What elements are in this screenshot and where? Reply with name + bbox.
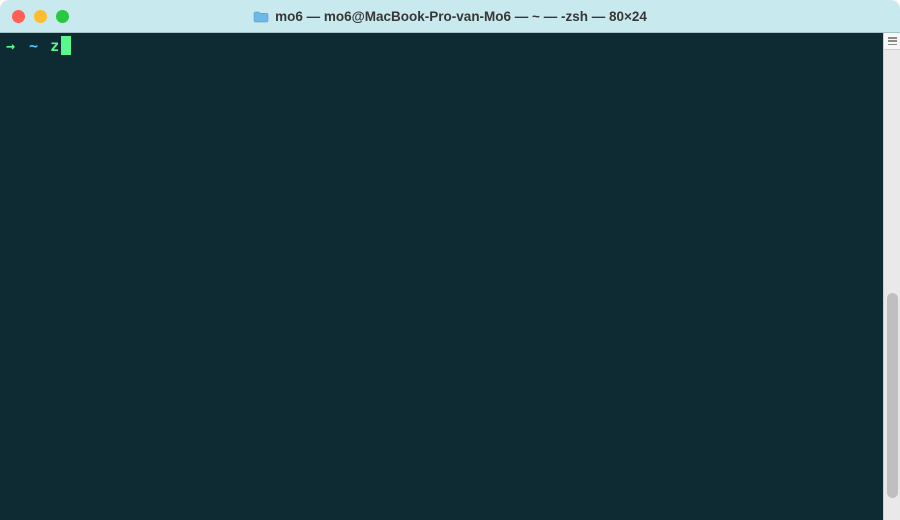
command-input-text: z — [50, 37, 59, 55]
scrollbar-top-indicator-icon — [884, 33, 900, 50]
prompt-path: ~ — [29, 37, 38, 55]
cursor-block — [61, 36, 71, 55]
window-title: mo6 — mo6@MacBook-Pro-van-Mo6 — ~ — -zsh… — [275, 9, 647, 24]
vertical-scrollbar[interactable] — [883, 33, 900, 520]
window-close-button[interactable] — [12, 10, 25, 23]
window-title-wrap: mo6 — mo6@MacBook-Pro-van-Mo6 — ~ — -zsh… — [0, 9, 900, 24]
scrollbar-thumb[interactable] — [887, 293, 898, 498]
window-minimize-button[interactable] — [34, 10, 47, 23]
window-zoom-button[interactable] — [56, 10, 69, 23]
terminal-window: mo6 — mo6@MacBook-Pro-van-Mo6 — ~ — -zsh… — [0, 0, 900, 520]
terminal-body[interactable]: → ~ z — [0, 33, 900, 520]
window-traffic-lights — [12, 10, 69, 23]
folder-icon — [253, 10, 269, 22]
prompt-line: → ~ z — [6, 36, 894, 56]
window-titlebar: mo6 — mo6@MacBook-Pro-van-Mo6 — ~ — -zsh… — [0, 0, 900, 33]
prompt-arrow-icon: → — [6, 37, 15, 55]
